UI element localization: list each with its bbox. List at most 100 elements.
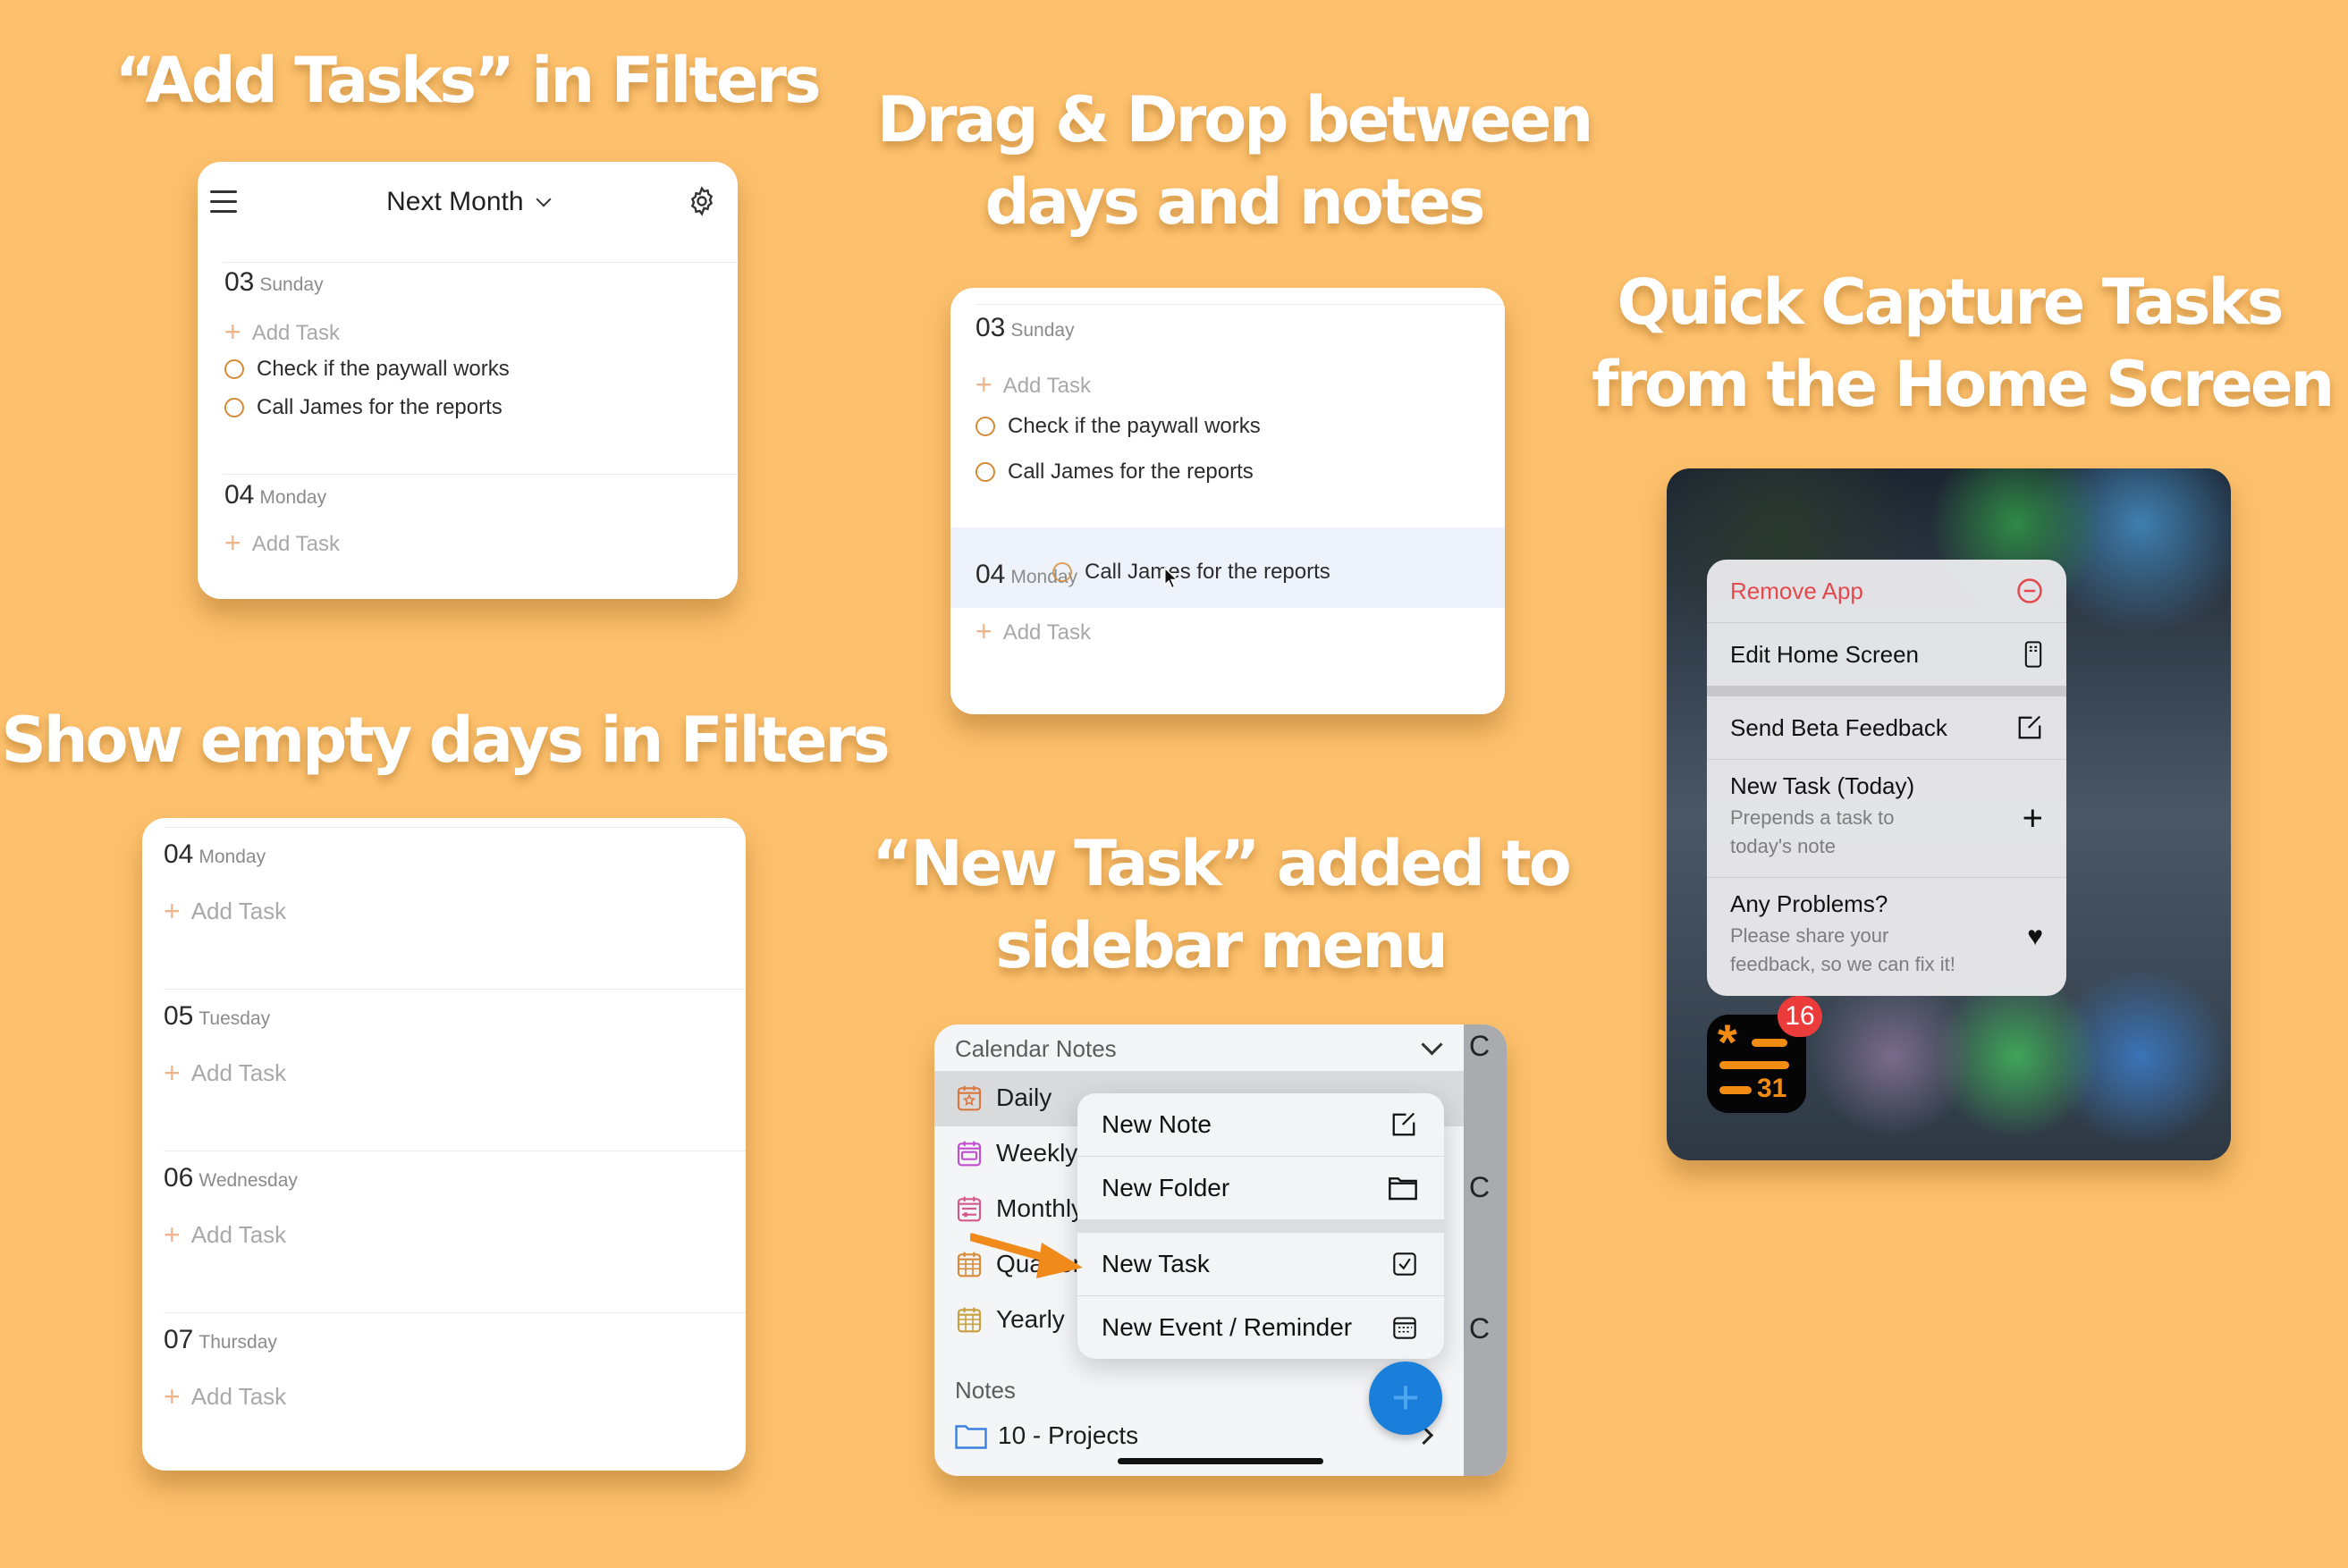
- day-header: 03 Sunday: [976, 313, 1075, 343]
- plus-icon: +: [224, 527, 241, 559]
- headline-quick-capture: Quick Capture Tasks from the Home Screen: [1592, 261, 2335, 426]
- add-task-button[interactable]: + Add Task: [164, 895, 286, 928]
- peek-text: C: [1469, 1312, 1491, 1345]
- add-task-label: Add Task: [190, 898, 287, 924]
- divider: [976, 304, 1505, 305]
- task-label: Check if the paywall works: [257, 357, 510, 381]
- quick-action-edit-home[interactable]: Edit Home Screen: [1707, 623, 2066, 686]
- quick-action-new-task-today[interactable]: New Task (Today) Prepends a task to toda…: [1707, 760, 2066, 878]
- menu-item-new-folder[interactable]: New Folder: [1077, 1157, 1444, 1220]
- headline-line: Quick Capture Tasks: [1617, 266, 2285, 339]
- task-checkbox-icon[interactable]: [224, 359, 244, 379]
- quick-action-beta-feedback[interactable]: Send Beta Feedback: [1707, 696, 2066, 760]
- plus-icon: +: [164, 1218, 181, 1251]
- day-number: 04: [164, 839, 194, 869]
- task-checkbox-icon[interactable]: [976, 462, 995, 482]
- menu-label: New Folder: [1102, 1174, 1230, 1201]
- divider: [164, 1312, 746, 1313]
- day-number: 03: [224, 267, 255, 297]
- app-icon-number: 31: [1757, 1074, 1787, 1103]
- calendar-grid-icon: [957, 1307, 982, 1333]
- notification-badge: 16: [1778, 996, 1822, 1037]
- day-header: 03 Sunday: [224, 267, 324, 298]
- home-indicator: [1118, 1458, 1323, 1464]
- divider: [223, 262, 738, 263]
- task-item[interactable]: Check if the paywall works: [976, 414, 1261, 439]
- drag-drop-panel: 03 Sunday + Add Task Check if the paywall …: [950, 288, 1505, 714]
- day-name: Thursday: [198, 1332, 277, 1353]
- heart-icon: ♥: [2027, 922, 2043, 951]
- add-fab-button[interactable]: +: [1369, 1361, 1442, 1435]
- filter-title: Next Month: [386, 187, 524, 216]
- task-item[interactable]: Call James for the reports: [224, 395, 503, 420]
- headline-line: Drag & Drop between: [876, 83, 1593, 156]
- add-task-button[interactable]: + Add Task: [224, 527, 340, 560]
- add-task-button[interactable]: + Add Task: [164, 1218, 286, 1252]
- day-name: Monday: [198, 847, 266, 867]
- quick-actions-menu: Remove App Edit Home Screen Send Beta Fe…: [1707, 560, 2066, 996]
- add-task-button[interactable]: + Add Task: [164, 1380, 286, 1413]
- add-task-label: Add Task: [251, 532, 340, 556]
- compose-icon: [1392, 1112, 1415, 1136]
- sidebar-item-label: Monthly: [996, 1194, 1085, 1222]
- add-task-button[interactable]: + Add Task: [976, 368, 1091, 401]
- logo-bar: [1719, 1061, 1789, 1069]
- day-name: Tuesday: [198, 1008, 271, 1029]
- add-task-label: Add Task: [190, 1221, 287, 1248]
- section-header-notes[interactable]: Notes: [955, 1377, 1016, 1404]
- task-item[interactable]: Call James for the reports: [976, 459, 1254, 485]
- divider: [164, 827, 746, 828]
- task-label: Check if the paywall works: [1008, 414, 1261, 438]
- quick-action-remove-app[interactable]: Remove App: [1707, 560, 2066, 623]
- gear-icon[interactable]: [686, 185, 718, 217]
- arrow-pointer-icon: [970, 1233, 1083, 1278]
- task-checkbox-icon[interactable]: [224, 398, 244, 417]
- dragged-task[interactable]: Call James for the reports: [1052, 560, 1330, 585]
- quick-action-label: New Task (Today): [1730, 772, 1915, 799]
- day-name: Monday: [259, 487, 327, 508]
- folder-label: 10 - Projects: [998, 1421, 1139, 1449]
- add-task-button[interactable]: + Add Task: [224, 316, 340, 349]
- mouse-cursor-icon: [1164, 567, 1179, 589]
- minus-circle-icon: [2017, 578, 2042, 603]
- add-task-label: Add Task: [190, 1383, 287, 1410]
- day-header: 04 Monday: [224, 480, 326, 510]
- quick-action-subtitle: Please share your: [1730, 924, 1889, 947]
- home-screen-panel: Remove App Edit Home Screen Send Beta Fe…: [1667, 468, 2231, 1160]
- add-task-label: Add Task: [190, 1059, 287, 1086]
- task-checkbox-icon[interactable]: [976, 417, 995, 436]
- quick-action-label: Edit Home Screen: [1730, 641, 1919, 668]
- headline-new-task: “New Task” added to sidebar menu: [863, 822, 1578, 987]
- section-header-calendar-notes[interactable]: Calendar Notes: [955, 1033, 1456, 1063]
- task-label: Call James for the reports: [1085, 560, 1330, 584]
- headline-line: “New Task” added to: [872, 827, 1572, 900]
- menu-label: New Task: [1102, 1250, 1210, 1277]
- add-task-button[interactable]: + Add Task: [976, 615, 1091, 648]
- menu-item-new-event[interactable]: New Event / Reminder: [1077, 1296, 1444, 1359]
- menu-separator: [1707, 686, 2066, 696]
- headline-add-tasks: “Add Tasks” in Filters: [114, 44, 821, 117]
- main-area-dimmed: C C C: [1464, 1024, 1507, 1476]
- day-header: 06 Wednesday: [164, 1163, 298, 1193]
- quick-action-label: Remove App: [1730, 577, 1863, 604]
- logo-bar: [1719, 1086, 1752, 1094]
- peek-text: C: [1469, 1171, 1491, 1203]
- plus-icon: +: [976, 615, 992, 647]
- phone-apps-icon: [2024, 641, 2042, 668]
- calendar-star-icon: [957, 1085, 982, 1111]
- task-item[interactable]: Check if the paywall works: [224, 357, 510, 382]
- compose-icon: [2018, 715, 2041, 739]
- headline-line: days and notes: [984, 165, 1486, 239]
- menu-item-new-task[interactable]: New Task: [1077, 1233, 1444, 1296]
- add-task-button[interactable]: + Add Task: [164, 1057, 286, 1090]
- calendar-week-icon: [957, 1141, 982, 1167]
- plus-icon: +: [164, 1057, 181, 1089]
- quick-action-any-problems[interactable]: Any Problems? Please share your feedback…: [1707, 878, 2066, 996]
- quick-action-label: Send Beta Feedback: [1730, 714, 1947, 741]
- menu-label: New Event / Reminder: [1102, 1313, 1353, 1341]
- new-item-popup-menu: New Note New Folder New Task New Event /…: [1077, 1093, 1444, 1359]
- day-number: 07: [164, 1325, 194, 1354]
- menu-label: New Note: [1102, 1110, 1212, 1138]
- menu-item-new-note[interactable]: New Note: [1077, 1093, 1444, 1157]
- filter-title-dropdown[interactable]: Next Month: [198, 187, 738, 217]
